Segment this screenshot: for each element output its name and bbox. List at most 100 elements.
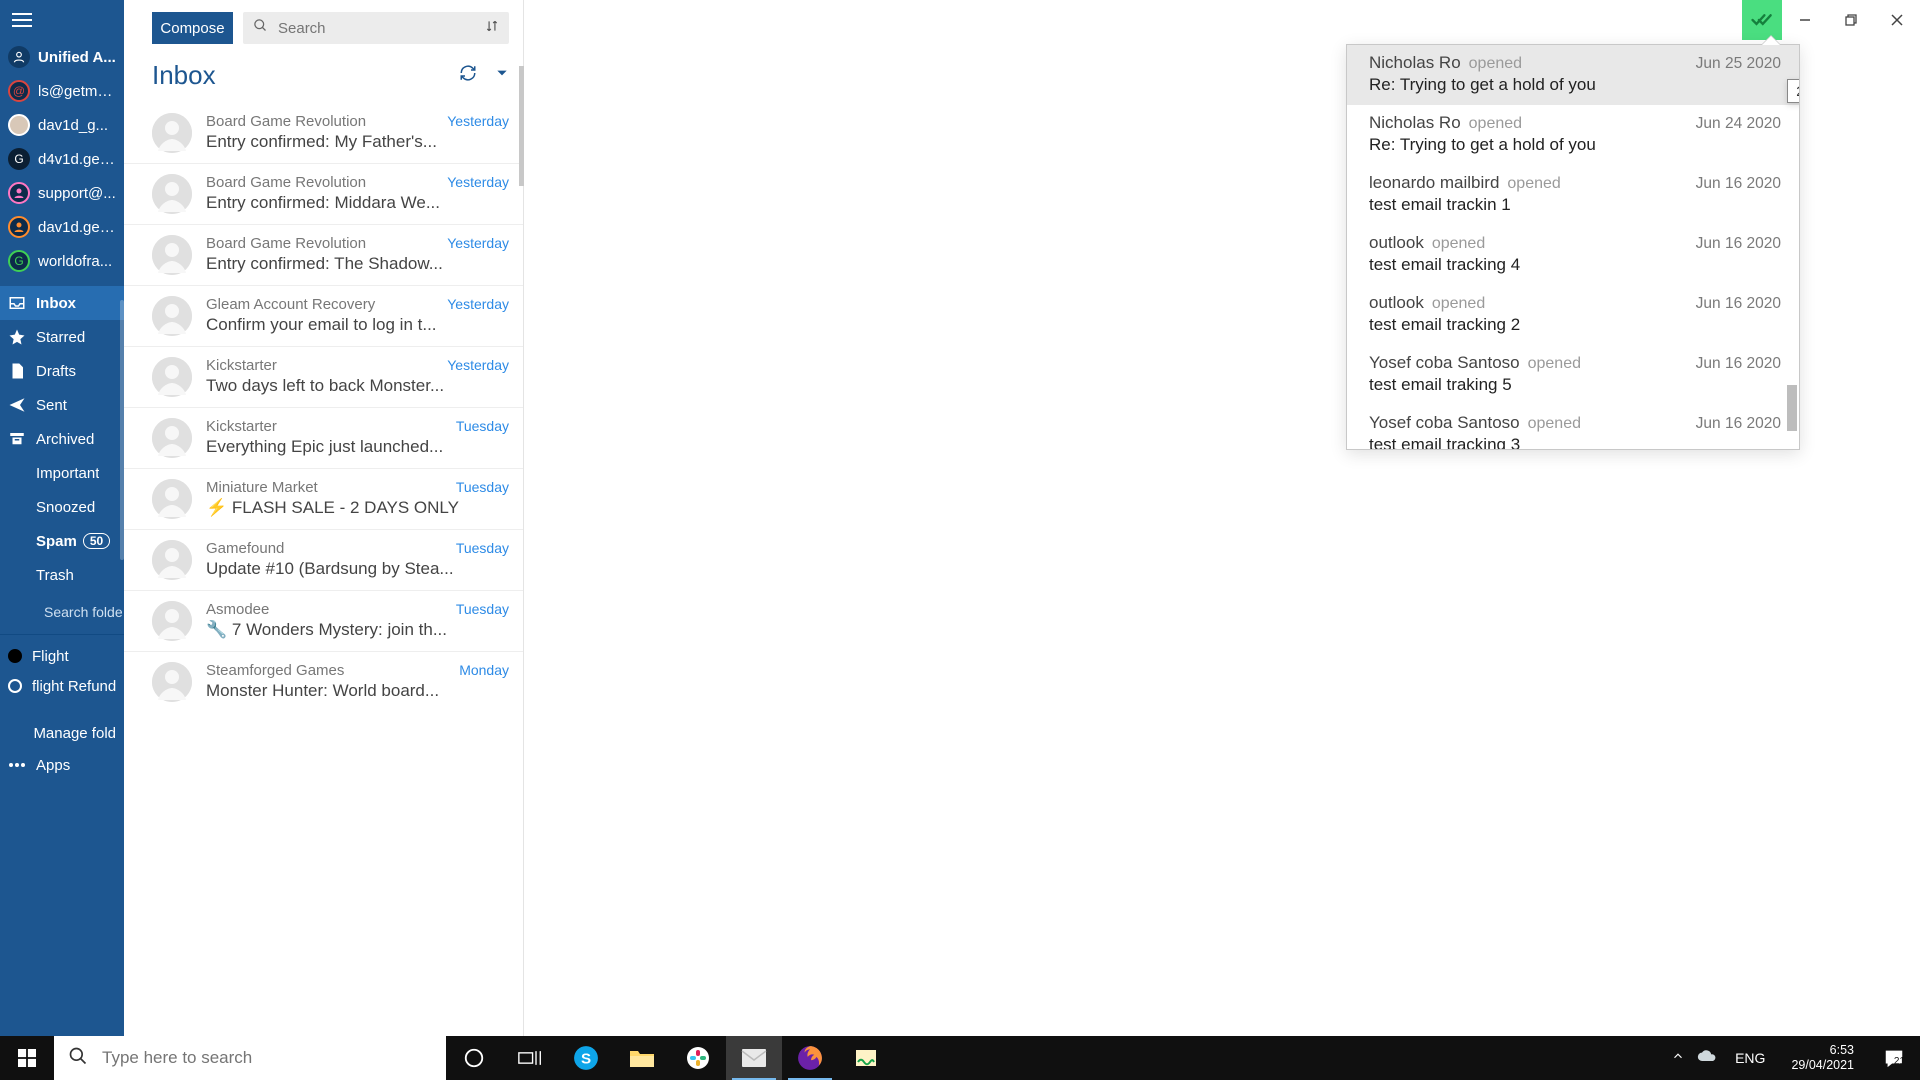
avatar [152,235,192,275]
sidebar-bottom-item[interactable]: Apps [0,749,124,781]
tracking-status: opened [1432,235,1485,253]
tray-chevron-icon[interactable] [1671,1049,1685,1067]
mail-from: Kickstarter [206,357,277,374]
folder-inbox[interactable]: Inbox [0,286,124,320]
tracking-scrollbar[interactable] [1787,385,1797,431]
taskbar-search[interactable] [54,1036,446,1080]
notifications-button[interactable]: 21 [1874,1036,1914,1080]
tracking-item[interactable]: Nicholas RoopenedJun 24 2020Re: Trying t… [1347,105,1799,165]
blank-icon [8,566,26,584]
account-row[interactable]: Unified A... [0,40,124,74]
mail-item[interactable]: Steamforged GamesMondayMonster Hunter: W… [124,652,523,712]
app-icon-misc[interactable] [838,1036,894,1080]
folder-trash[interactable]: Trash [0,558,124,592]
tracking-item[interactable]: Nicholas RoopenedJun 25 2020Re: Trying t… [1347,45,1799,105]
account-row[interactable]: support@... [0,176,124,210]
tracking-item[interactable]: Yosef coba SantosoopenedJun 16 2020test … [1347,405,1799,449]
file-explorer-icon[interactable] [614,1036,670,1080]
folder-label: Inbox [36,295,76,312]
account-badge-icon: @ [8,80,30,102]
tracking-subject: Re: Trying to get a hold of you [1369,135,1781,155]
refresh-icon[interactable] [459,64,477,87]
mail-subject: Monster Hunter: World board... [206,681,509,701]
task-view-icon[interactable] [502,1036,558,1080]
mail-item[interactable]: AsmodeeTuesday🔧 7 Wonders Mystery: join … [124,591,523,652]
account-badge-icon: G [8,250,30,272]
tracking-item[interactable]: outlookopenedJun 16 2020test email track… [1347,225,1799,285]
folder-starred[interactable]: Starred [0,320,124,354]
folder-label: Snoozed [36,499,95,516]
folder-archived[interactable]: Archived [0,422,124,456]
avatar [152,418,192,458]
tracking-status: opened [1507,175,1560,193]
search-icon [253,18,268,38]
mail-item[interactable]: KickstarterTuesdayEverything Epic just l… [124,408,523,469]
cortana-icon[interactable] [446,1036,502,1080]
tracking-item[interactable]: leonardo mailbirdopenedJun 16 2020test e… [1347,165,1799,225]
search-input-wrap[interactable] [243,12,509,44]
tracking-subject: test email trackin 1 [1369,195,1781,215]
tracking-status: opened [1528,355,1581,373]
folder-dropdown-icon[interactable] [495,66,509,85]
mail-date: Tuesday [456,601,509,618]
mail-item[interactable]: KickstarterYesterdayTwo days left to bac… [124,347,523,408]
mail-item[interactable]: Board Game RevolutionYesterdayEntry conf… [124,164,523,225]
window-controls [1742,0,1920,40]
start-button[interactable] [0,1036,54,1080]
sidebar-bottom-label: Manage fold [33,725,116,742]
mail-subject: Entry confirmed: Middara We... [206,193,509,213]
mail-item[interactable]: Board Game RevolutionYesterdayEntry conf… [124,103,523,164]
tracking-who: Yosef coba Santoso [1369,353,1520,373]
search-input[interactable] [278,20,477,37]
maximize-button[interactable] [1828,0,1874,40]
folder-title: Inbox [152,60,216,91]
compose-button[interactable]: Compose [152,12,233,44]
account-row[interactable]: dav1d.gea... [0,210,124,244]
mail-item[interactable]: Board Game RevolutionYesterdayEntry conf… [124,225,523,286]
hamburger-menu[interactable] [0,0,124,40]
taskbar-search-input[interactable] [102,1048,432,1068]
category-row[interactable]: flight Refund [0,671,124,701]
tracking-item[interactable]: Yosef coba SantosoopenedJun 16 2020test … [1347,345,1799,405]
folder-drafts[interactable]: Drafts [0,354,124,388]
account-row[interactable]: Gd4v1d.ge4... [0,142,124,176]
tracking-item[interactable]: outlookopenedJun 16 2020test email track… [1347,285,1799,345]
tray-clock[interactable]: 6:53 29/04/2021 [1783,1043,1862,1073]
account-row[interactable]: @ ls@getmai... [0,74,124,108]
close-button[interactable] [1874,0,1920,40]
folder-spam[interactable]: Spam50 [0,524,124,558]
folder-snoozed[interactable]: Snoozed [0,490,124,524]
mail-item[interactable]: Gleam Account RecoveryYesterdayConfirm y… [124,286,523,347]
skype-icon[interactable]: S [558,1036,614,1080]
tray-language[interactable]: ENG [1729,1050,1771,1066]
sidebar-divider [0,634,124,635]
avatar [152,662,192,702]
firefox-icon[interactable] [782,1036,838,1080]
archive-icon [8,430,26,448]
slack-icon[interactable] [670,1036,726,1080]
search-folders-label[interactable]: Search folde [0,592,124,628]
sort-icon[interactable] [485,19,499,38]
account-row[interactable]: Gworldofra... [0,244,124,278]
tray-time: 6:53 [1791,1043,1854,1058]
category-swatch-icon [8,649,22,663]
folder-label: Spam [36,533,77,550]
mail-date: Monday [459,662,509,679]
account-row[interactable]: dav1d_g... [0,108,124,142]
tray-onedrive-icon[interactable] [1697,1049,1717,1067]
account-label: ls@getmai... [38,83,116,100]
folder-sent[interactable]: Sent [0,388,124,422]
mail-item[interactable]: GamefoundTuesdayUpdate #10 (Bardsung by … [124,530,523,591]
folder-important[interactable]: Important [0,456,124,490]
folder-label: Trash [36,567,74,584]
sidebar-bottom-item[interactable]: Manage fold [0,717,124,749]
mail-item[interactable]: Miniature MarketTuesday⚡ FLASH SALE - 2 … [124,469,523,530]
mail-app-icon[interactable] [726,1036,782,1080]
tracking-who: Nicholas Ro [1369,53,1461,73]
system-tray: ENG 6:53 29/04/2021 21 [1671,1036,1920,1080]
minimize-button[interactable] [1782,0,1828,40]
email-tracking-button[interactable] [1742,0,1782,40]
mail-date: Yesterday [447,113,509,130]
category-row[interactable]: Flight [0,641,124,671]
account-label: support@... [38,185,116,202]
